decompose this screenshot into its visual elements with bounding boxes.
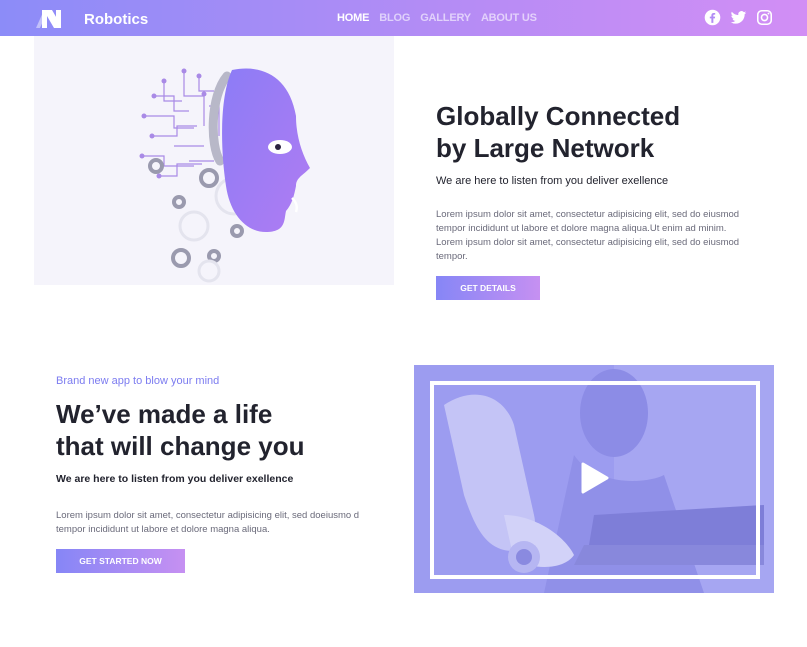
- get-details-button[interactable]: GET DETAILS: [436, 276, 540, 300]
- nav-about-us[interactable]: ABOUT US: [481, 12, 537, 24]
- section2-title-line1: We’ve made a life: [56, 399, 273, 429]
- facebook-icon[interactable]: [704, 9, 721, 26]
- play-icon[interactable]: [579, 462, 609, 494]
- section2-subtitle: We are here to listen from you deliver e…: [56, 473, 294, 485]
- brand-logo-link[interactable]: Robotics: [36, 6, 148, 32]
- robotics-logo-icon: [36, 10, 61, 28]
- robot-head-illustration: [34, 36, 394, 285]
- section1-title-line1: Globally Connected: [436, 101, 681, 131]
- top-navigation-bar: Robotics HOME BLOG GALLERY ABOUT US: [0, 0, 807, 36]
- section1-title: Globally Connected by Large Network: [436, 100, 680, 164]
- social-links: [704, 9, 773, 26]
- section1-subtitle: We are here to listen from you deliver e…: [436, 175, 669, 187]
- section1-title-line2: by Large Network: [436, 133, 655, 163]
- video-player[interactable]: [414, 365, 774, 593]
- instagram-icon[interactable]: [756, 9, 773, 26]
- nav-home[interactable]: HOME: [337, 12, 369, 24]
- section2-eyebrow: Brand new app to blow your mind: [56, 375, 220, 387]
- section2-title: We’ve made a life that will change you: [56, 398, 304, 462]
- section2-title-line2: that will change you: [56, 431, 305, 461]
- brand-name: Robotics: [84, 10, 149, 28]
- twitter-icon[interactable]: [730, 9, 747, 26]
- section1-paragraph: Lorem ipsum dolor sit amet, consectetur …: [436, 208, 740, 262]
- get-started-now-button[interactable]: GET STARTED NOW: [56, 549, 185, 573]
- nav-gallery[interactable]: GALLERY: [420, 12, 471, 24]
- nav-blog[interactable]: BLOG: [379, 12, 410, 24]
- section2-paragraph: Lorem ipsum dolor sit amet, consectetur …: [56, 509, 360, 535]
- main-nav: HOME BLOG GALLERY ABOUT US: [337, 12, 537, 24]
